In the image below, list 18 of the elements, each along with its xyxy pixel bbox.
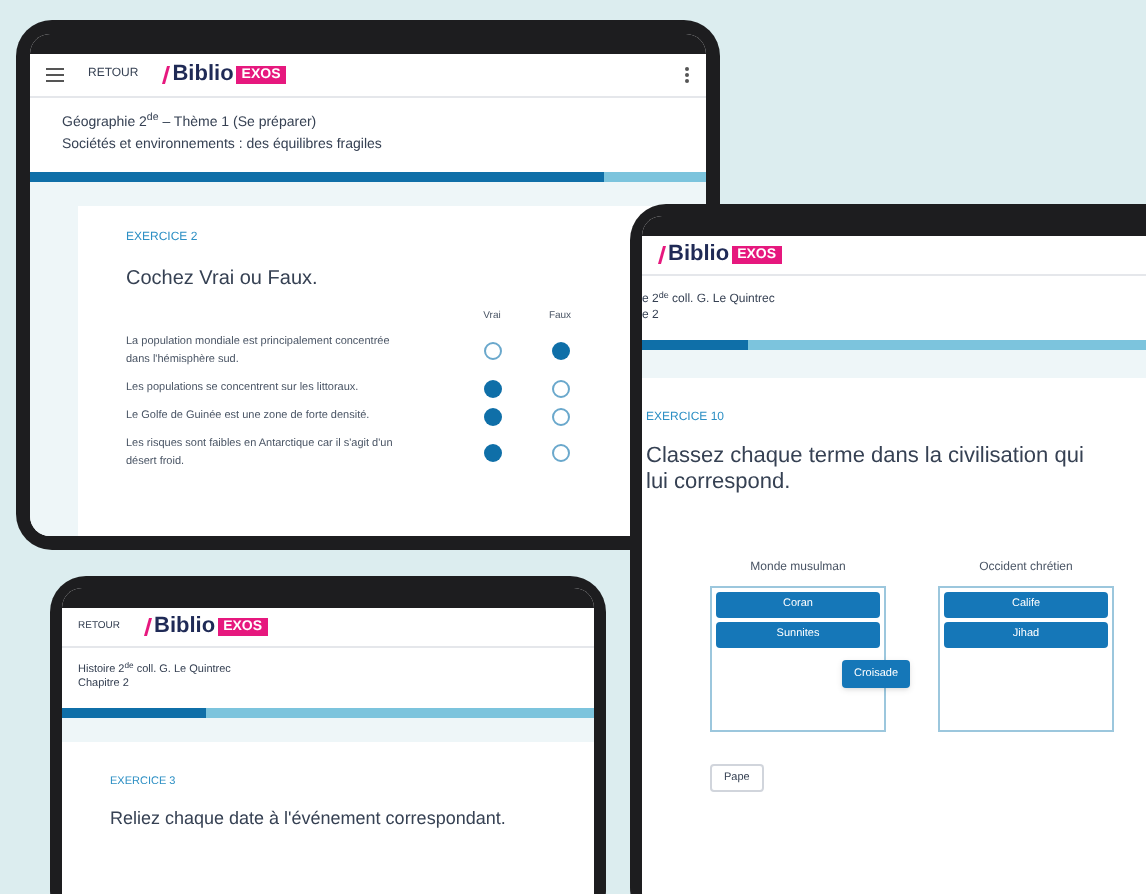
logo-text: Biblio: [172, 64, 234, 86]
radio-button[interactable]: [483, 379, 501, 397]
radio-button[interactable]: [551, 407, 569, 425]
logo-slash-icon: [162, 66, 171, 84]
radio-button[interactable]: [551, 444, 569, 462]
radio-button[interactable]: [483, 342, 501, 360]
exercise-instruction: Cochez Vrai ou Faux.: [126, 266, 320, 294]
radio-button[interactable]: [483, 407, 501, 425]
logo-text: Biblio: [154, 616, 216, 638]
more-options-icon[interactable]: [684, 66, 690, 84]
radio-button[interactable]: [551, 379, 569, 397]
radio-button[interactable]: [483, 444, 501, 462]
exercise-instruction: Classez chaque terme dans la civilisation qui lui correspond.: [646, 444, 1086, 496]
menu-icon[interactable]: [46, 68, 64, 82]
logo-slash-icon: [144, 618, 153, 636]
radio-button[interactable]: [551, 342, 569, 360]
exercise-instruction: Reliez chaque date à l'événement correspondant.: [110, 806, 508, 833]
logo-text: Biblio: [668, 244, 730, 266]
